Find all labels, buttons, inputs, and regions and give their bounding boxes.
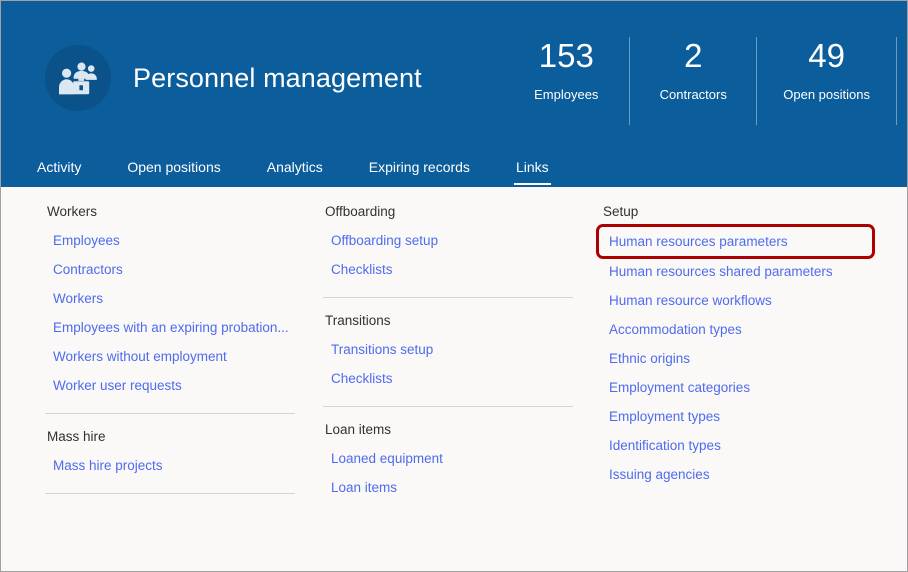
link-group-setup: Setup Human resources parameters Human r…	[596, 201, 881, 489]
header-stats: 153 Employees 2 Contractors 49 Open posi…	[503, 37, 897, 125]
link-group-offboarding: Offboarding Offboarding setup Checklists	[323, 201, 573, 284]
link-row[interactable]: Human resources shared parameters	[601, 257, 881, 286]
page-header: Personnel management 153 Employees 2 Con…	[1, 1, 907, 187]
tab-activity[interactable]: Activity	[37, 158, 81, 187]
link-row[interactable]: Workers without employment	[45, 342, 295, 371]
stat-open-positions: 49 Open positions	[756, 37, 896, 125]
links-columns: Workers Employees Contractors Workers Em…	[1, 201, 907, 506]
links-panel: Workers Employees Contractors Workers Em…	[1, 187, 907, 571]
link-row[interactable]: Checklists	[323, 255, 573, 284]
stat-open-positions-label: Open positions	[783, 87, 870, 102]
link-row[interactable]: Human resources parameters	[596, 224, 881, 259]
link-row[interactable]: Human resource workflows	[601, 286, 881, 315]
link-group-mass-hire: Mass hire Mass hire projects	[45, 426, 295, 480]
link-row[interactable]: Workers	[45, 284, 295, 313]
link-row[interactable]: Transitions setup	[323, 335, 573, 364]
link-row[interactable]: Offboarding setup	[323, 226, 573, 255]
personnel-management-workspace: Personnel management 153 Employees 2 Con…	[0, 0, 908, 572]
link-ethnic-origins[interactable]: Ethnic origins	[609, 351, 690, 366]
link-employment-categories[interactable]: Employment categories	[609, 380, 750, 395]
link-group-transitions: Transitions Transitions setup Checklists	[323, 310, 573, 393]
links-column-3: Setup Human resources parameters Human r…	[596, 201, 881, 506]
link-group-title: Offboarding	[325, 204, 396, 219]
link-row[interactable]: Issuing agencies	[601, 460, 881, 489]
stat-employees-value: 153	[538, 37, 594, 74]
group-divider	[45, 493, 295, 494]
link-transitions-setup[interactable]: Transitions setup	[331, 342, 433, 357]
link-workers-without-employment[interactable]: Workers without employment	[53, 349, 227, 364]
brand: Personnel management	[45, 45, 422, 111]
link-identification-types[interactable]: Identification types	[609, 438, 721, 453]
link-contractors[interactable]: Contractors	[53, 262, 123, 277]
link-row[interactable]: Loan items	[323, 473, 573, 502]
link-workers[interactable]: Workers	[53, 291, 103, 306]
link-human-resource-workflows[interactable]: Human resource workflows	[609, 293, 772, 308]
link-row[interactable]: Employees	[45, 226, 295, 255]
group-divider	[323, 297, 573, 298]
link-row[interactable]: Mass hire projects	[45, 451, 295, 480]
people-briefcase-icon	[45, 45, 111, 111]
link-accommodation-types[interactable]: Accommodation types	[609, 322, 742, 337]
stats-end-divider	[896, 37, 897, 125]
link-row[interactable]: Identification types	[601, 431, 881, 460]
group-divider	[45, 413, 295, 414]
group-divider	[323, 406, 573, 407]
stat-contractors: 2 Contractors	[629, 37, 756, 125]
link-row[interactable]: Ethnic origins	[601, 344, 881, 373]
stat-contractors-value: 2	[684, 37, 703, 74]
stat-open-positions-value: 49	[808, 37, 845, 74]
header-tabs: Activity Open positions Analytics Expiri…	[1, 147, 551, 187]
stat-employees-label: Employees	[534, 87, 599, 102]
link-human-resources-shared-parameters[interactable]: Human resources shared parameters	[609, 264, 833, 279]
link-worker-user-requests[interactable]: Worker user requests	[53, 378, 182, 393]
link-group-title: Setup	[603, 204, 639, 219]
tab-analytics[interactable]: Analytics	[267, 158, 323, 187]
link-group-title: Mass hire	[47, 429, 106, 444]
link-row[interactable]: Worker user requests	[45, 371, 295, 400]
tab-links[interactable]: Links	[513, 158, 551, 187]
stat-employees: 153 Employees	[503, 37, 629, 125]
link-group-title: Workers	[47, 204, 98, 219]
link-group-loan-items: Loan items Loaned equipment Loan items	[323, 419, 573, 502]
link-mass-hire-projects[interactable]: Mass hire projects	[53, 458, 163, 473]
link-offboarding-setup[interactable]: Offboarding setup	[331, 233, 438, 248]
link-row[interactable]: Employment categories	[601, 373, 881, 402]
link-offboarding-checklists[interactable]: Checklists	[331, 262, 393, 277]
link-issuing-agencies[interactable]: Issuing agencies	[609, 467, 710, 482]
link-row[interactable]: Accommodation types	[601, 315, 881, 344]
link-group-title: Transitions	[325, 313, 391, 328]
link-loan-items[interactable]: Loan items	[331, 480, 397, 495]
links-column-2: Offboarding Offboarding setup Checklists…	[323, 201, 573, 506]
link-row[interactable]: Contractors	[45, 255, 295, 284]
link-group-workers: Workers Employees Contractors Workers Em…	[45, 201, 295, 400]
link-transitions-checklists[interactable]: Checklists	[331, 371, 393, 386]
link-row[interactable]: Loaned equipment	[323, 444, 573, 473]
links-column-1: Workers Employees Contractors Workers Em…	[45, 201, 295, 506]
link-employment-types[interactable]: Employment types	[609, 409, 720, 424]
link-group-title: Loan items	[325, 422, 392, 437]
link-employees-expiring-probation[interactable]: Employees with an expiring probation...	[53, 320, 289, 335]
stat-contractors-label: Contractors	[659, 87, 727, 102]
link-employees[interactable]: Employees	[53, 233, 120, 248]
tab-expiring-records[interactable]: Expiring records	[369, 158, 470, 187]
header-top-bar: Personnel management 153 Employees 2 Con…	[1, 1, 907, 147]
link-loaned-equipment[interactable]: Loaned equipment	[331, 451, 443, 466]
tab-open-positions[interactable]: Open positions	[127, 158, 220, 187]
link-row[interactable]: Checklists	[323, 364, 573, 393]
link-row[interactable]: Employment types	[601, 402, 881, 431]
link-human-resources-parameters[interactable]: Human resources parameters	[609, 234, 788, 249]
link-row[interactable]: Employees with an expiring probation...	[45, 313, 295, 342]
page-title: Personnel management	[133, 62, 422, 93]
